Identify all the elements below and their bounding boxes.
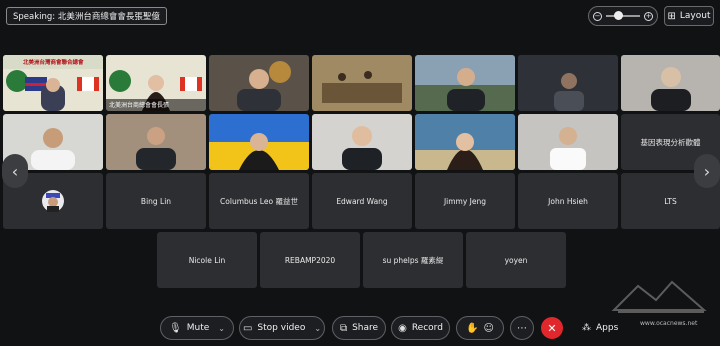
- emoji-icon[interactable]: ☺: [484, 323, 494, 334]
- zoom-handle[interactable]: [614, 11, 623, 20]
- participant-video-tile[interactable]: 北美洲台灣商會聯合總會: [3, 55, 103, 111]
- layout-button[interactable]: ⊞ Layout: [664, 6, 714, 26]
- active-speaker-badge: Speaking: 北美洲台商總會會長張聖億: [6, 7, 167, 25]
- next-page-button[interactable]: ›: [694, 154, 720, 188]
- tile-caption: 北美洲台商總會會長張: [109, 102, 170, 109]
- more-icon: ⋯: [517, 322, 527, 334]
- participant-name: John Hsieh: [548, 196, 588, 206]
- more-options-button[interactable]: ⋯: [510, 316, 534, 340]
- chevron-down-icon[interactable]: ⌄: [314, 324, 321, 333]
- participant-video-tile[interactable]: [209, 55, 309, 111]
- mute-label: Mute: [186, 323, 210, 333]
- share-icon: ⧉: [339, 322, 348, 334]
- record-label: Record: [411, 323, 443, 333]
- participant-video: [415, 55, 515, 111]
- participant-video: [209, 114, 309, 170]
- share-label: Share: [352, 323, 379, 333]
- participant-name: su phelps 羅素緹: [382, 255, 444, 265]
- zoom-slider[interactable]: − +: [588, 6, 658, 26]
- watermark-url: www.ocacnews.net: [640, 320, 698, 327]
- participant-video: [518, 55, 618, 111]
- participant-video: [415, 114, 515, 170]
- microphone-icon: 🎙: [169, 322, 182, 334]
- participant-name: Columbus Leo 羅益世: [220, 196, 298, 206]
- participant-name-tile[interactable]: John Hsieh: [518, 173, 618, 229]
- participant-name: yoyen: [504, 255, 528, 265]
- participant-video: [518, 114, 618, 170]
- participant-video-tile[interactable]: [312, 55, 412, 111]
- participant-name: 基因表現分析歡體: [640, 137, 701, 147]
- record-icon: ◉: [398, 322, 407, 334]
- record-button[interactable]: ◉ Record: [391, 316, 450, 340]
- end-call-button[interactable]: ✕: [541, 317, 563, 339]
- stop-video-button[interactable]: ▭ Stop video ⌄: [239, 316, 325, 340]
- participant-name-tile[interactable]: Columbus Leo 羅益世: [209, 173, 309, 229]
- participant-name: Jimmy Jeng: [443, 196, 487, 206]
- participant-name-tile[interactable]: yoyen: [466, 232, 566, 288]
- participant-name-tile[interactable]: su phelps 羅素緹: [363, 232, 463, 288]
- raise-hand-icon[interactable]: ✋: [466, 323, 478, 334]
- apps-icon: ⁂: [582, 323, 591, 333]
- participant-name-tile[interactable]: Edward Wang: [312, 173, 412, 229]
- participant-video-tile[interactable]: [106, 114, 206, 170]
- reactions-group[interactable]: ✋ ☺: [456, 316, 504, 340]
- mute-button[interactable]: 🎙 Mute ⌄: [160, 316, 234, 340]
- participant-video-tile[interactable]: [209, 114, 309, 170]
- participant-name: REBAMP2020: [284, 255, 336, 265]
- participant-name-tile[interactable]: REBAMP2020: [260, 232, 360, 288]
- previous-page-button[interactable]: ‹: [2, 154, 28, 188]
- layout-icon: ⊞: [667, 10, 676, 22]
- participant-video-tile[interactable]: [415, 114, 515, 170]
- participant-video-tile[interactable]: [621, 55, 720, 111]
- participant-name-tile[interactable]: Nicole Lin: [157, 232, 257, 288]
- participant-video: [312, 114, 412, 170]
- banner-caption: 北美洲台灣商會聯合總會: [23, 60, 84, 66]
- participant-video-tile[interactable]: 北美洲台商總會會長張: [106, 55, 206, 111]
- zoom-in-icon[interactable]: +: [644, 11, 653, 21]
- news-watermark-logo: [611, 280, 707, 313]
- participant-name: Nicole Lin: [188, 255, 226, 265]
- participant-video-tile[interactable]: [312, 114, 412, 170]
- stop-video-label: Stop video: [257, 323, 306, 333]
- layout-label: Layout: [679, 11, 711, 21]
- zoom-track[interactable]: [606, 11, 640, 20]
- participant-name: Bing Lin: [140, 196, 172, 206]
- participant-video-tile[interactable]: [415, 55, 515, 111]
- chevron-down-icon[interactable]: ⌄: [218, 324, 225, 333]
- participant-video: [312, 55, 412, 111]
- participant-video: [106, 114, 206, 170]
- participant-video: [621, 55, 720, 111]
- participant-video-tile[interactable]: [518, 114, 618, 170]
- participant-video: [209, 55, 309, 111]
- zoom-out-icon[interactable]: −: [593, 11, 602, 21]
- avatar: [42, 190, 64, 212]
- participant-name: Edward Wang: [336, 196, 388, 206]
- video-camera-icon: ▭: [242, 322, 253, 334]
- share-button[interactable]: ⧉ Share: [332, 316, 386, 340]
- participant-name-tile[interactable]: Bing Lin: [106, 173, 206, 229]
- close-icon: ✕: [547, 321, 557, 335]
- participant-name-tile[interactable]: Jimmy Jeng: [415, 173, 515, 229]
- participant-video-tile[interactable]: [518, 55, 618, 111]
- participant-name: LTS: [664, 196, 677, 206]
